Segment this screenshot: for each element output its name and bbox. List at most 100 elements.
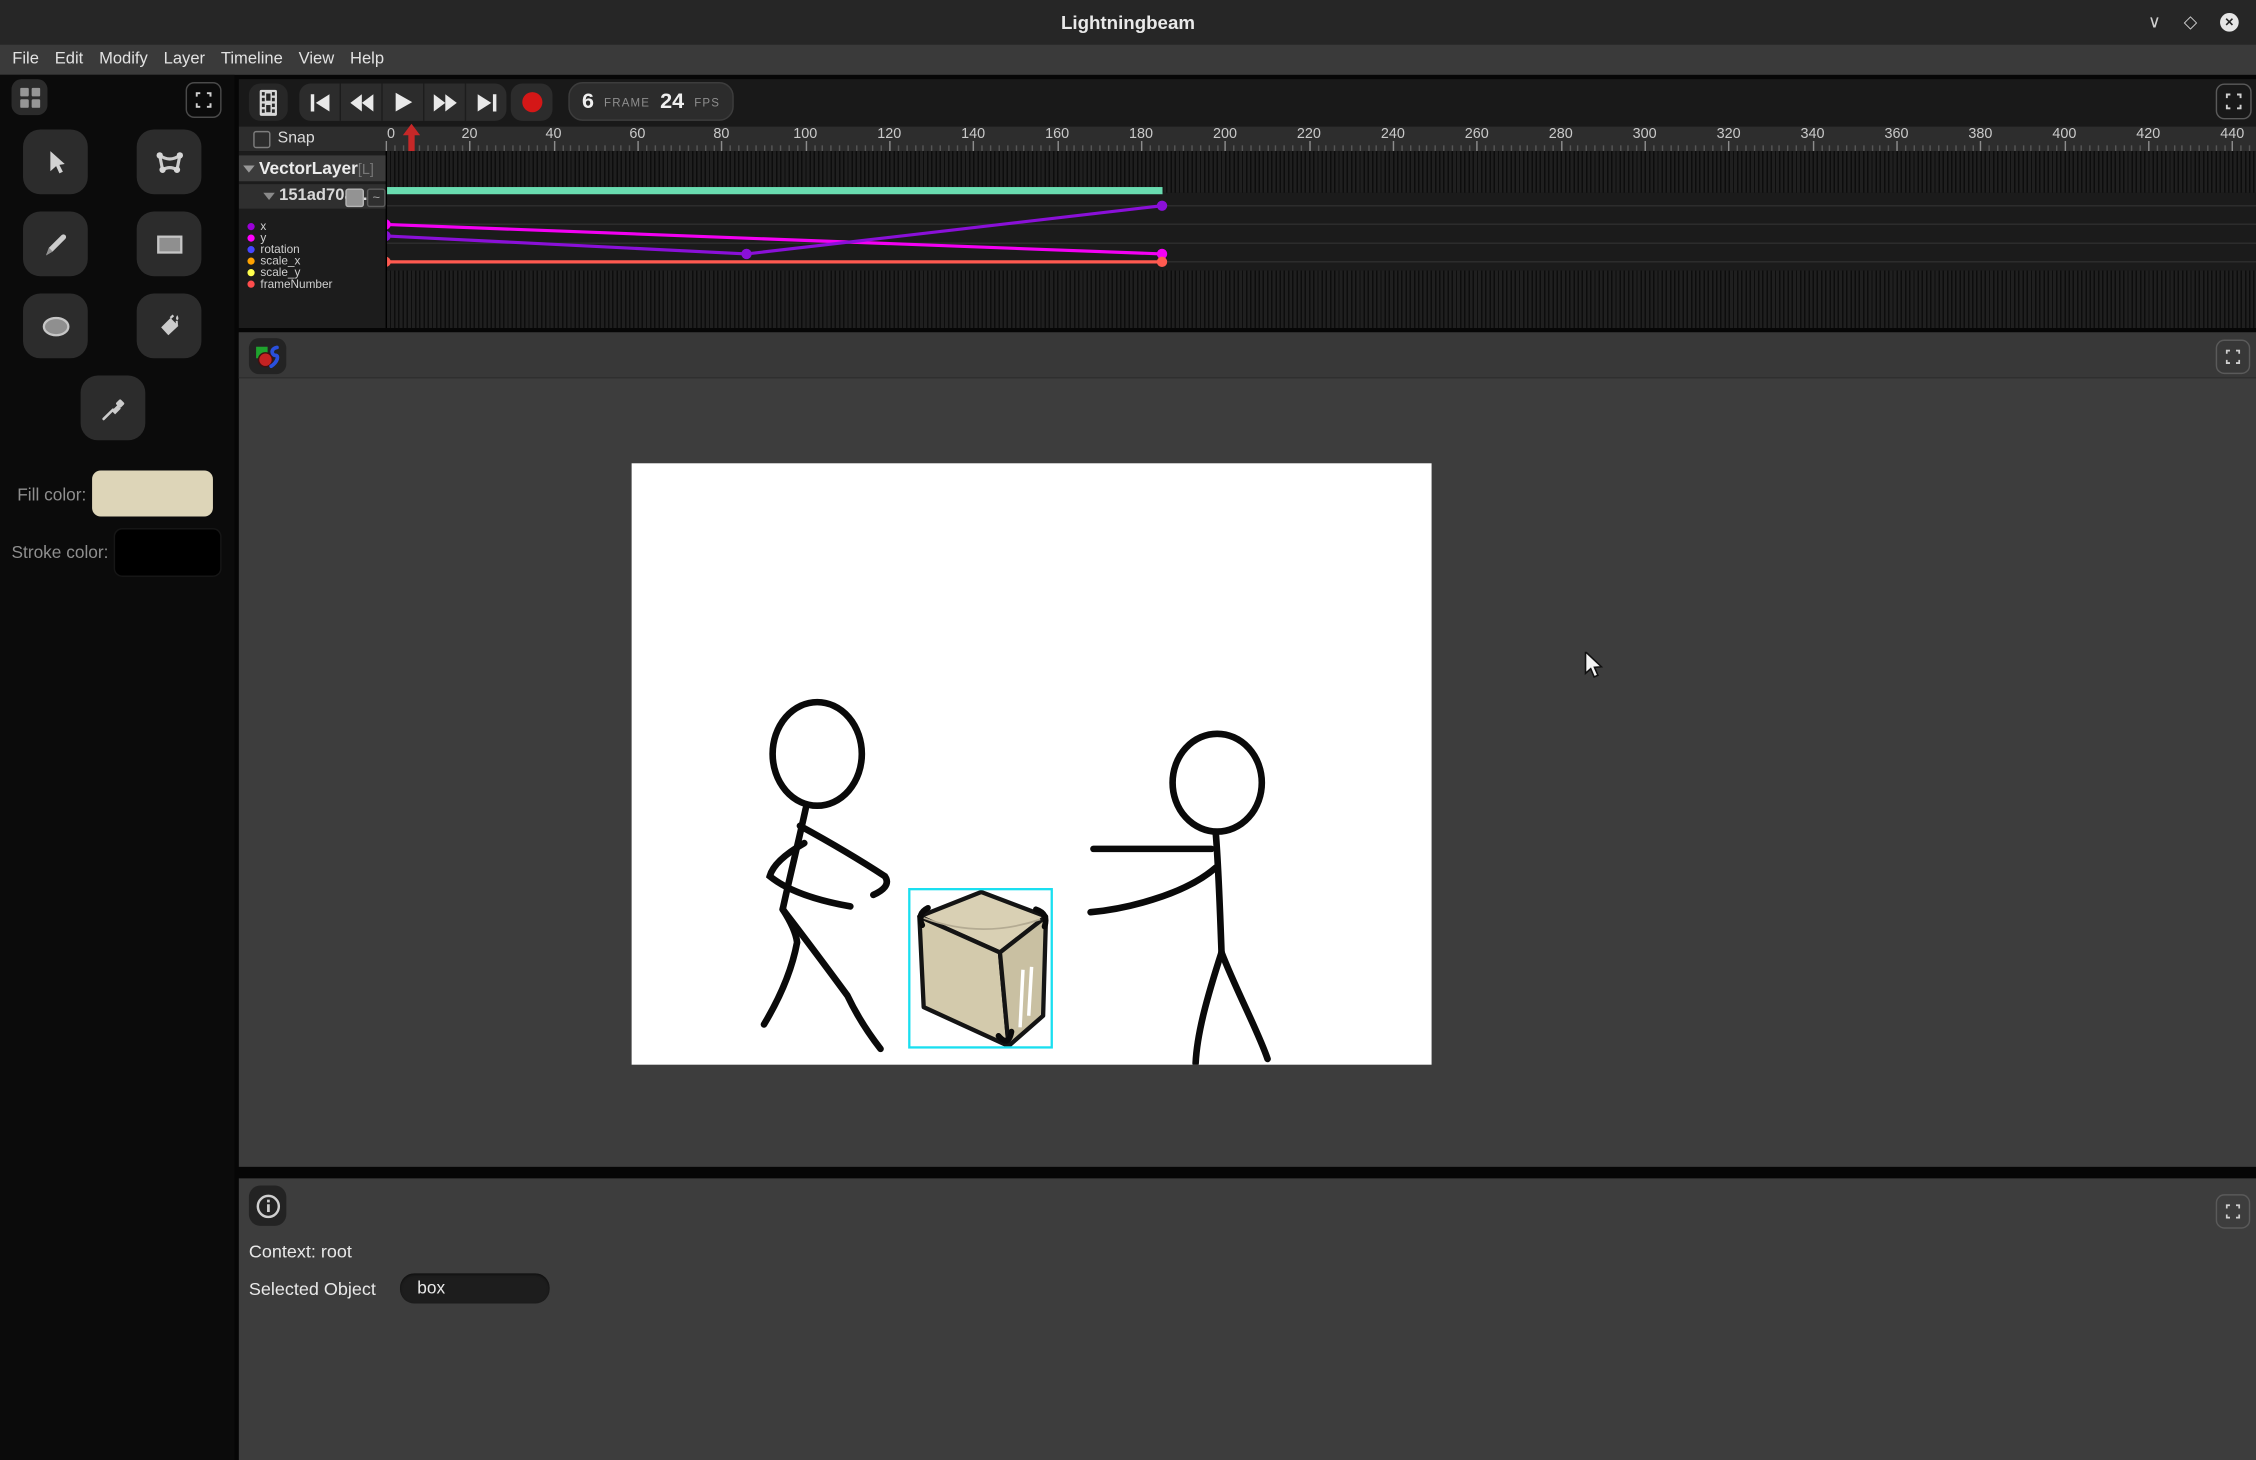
mouse-cursor — [1584, 652, 1604, 679]
keyframe-dot-x[interactable] — [1157, 201, 1167, 211]
fast-forward-icon — [432, 93, 456, 112]
stage-panel — [239, 332, 2256, 1166]
eyedropper-tool-button[interactable] — [81, 376, 146, 441]
ruler-label: 280 — [1539, 127, 1582, 143]
fps-label: FPS — [694, 94, 720, 110]
frame-counter: 6 FRAME 24 FPS — [568, 82, 733, 121]
ruler-label: 200 — [1203, 127, 1246, 143]
ruler-scale[interactable]: 0204060801001201401601802002202402602803… — [386, 127, 2256, 151]
selected-object-input[interactable]: box — [400, 1273, 550, 1303]
record-icon — [520, 91, 543, 114]
property-color-dot — [247, 234, 254, 241]
layer-row-vectorlayer[interactable]: VectorLayer[L] — [239, 155, 386, 181]
property-row-x[interactable]: x — [239, 220, 386, 232]
skip-to-end-button[interactable] — [465, 83, 507, 120]
shade-button[interactable]: ∨ — [2148, 13, 2161, 32]
app-window: Lightningbeam ∨◇✕ FileEditModifyLayerTim… — [0, 0, 2256, 1460]
ruler-label: 180 — [1119, 127, 1162, 143]
skip-to-start-button[interactable] — [299, 83, 339, 120]
record-button[interactable] — [511, 83, 553, 120]
inspector-expand-button[interactable] — [2216, 1194, 2251, 1229]
play-button[interactable] — [381, 83, 423, 120]
object-tween-toggle[interactable]: ~ — [367, 188, 386, 207]
ruler-tick — [1561, 141, 1562, 151]
frame-value[interactable]: 6 — [582, 89, 594, 113]
panel-grid-button[interactable] — [12, 79, 48, 115]
rectangle-tool-button[interactable] — [137, 211, 202, 276]
fill-color-label: Fill color: — [17, 485, 86, 505]
property-row-y[interactable]: y — [239, 232, 386, 244]
collapse-triangle-icon[interactable] — [243, 165, 255, 172]
fast-forward-button[interactable] — [423, 83, 465, 120]
playback-controls — [299, 83, 506, 120]
maximize-button[interactable]: ◇ — [2184, 13, 2197, 32]
menu-bar: FileEditModifyLayerTimelineViewHelp — [0, 45, 2256, 75]
layer-suffix: [L] — [358, 163, 374, 179]
shapes-icon — [255, 343, 281, 369]
rewind-button[interactable] — [340, 83, 382, 120]
property-row-scale_x[interactable]: scale_x — [239, 255, 386, 267]
ruler-label: 300 — [1623, 127, 1666, 143]
snap-checkbox[interactable] — [253, 131, 270, 148]
menu-layer[interactable]: Layer — [156, 45, 213, 75]
ruler-tick — [1141, 141, 1142, 151]
title-bar: Lightningbeam ∨◇✕ — [0, 0, 2256, 45]
stroke-color-swatch[interactable] — [114, 528, 222, 577]
play-icon — [394, 92, 413, 112]
ruler-tick — [553, 141, 554, 151]
menu-view[interactable]: View — [291, 45, 342, 75]
ruler-label: 440 — [2211, 127, 2254, 143]
fps-value[interactable]: 24 — [660, 89, 684, 113]
ruler-label: 260 — [1455, 127, 1498, 143]
pencil-tool-button[interactable] — [23, 211, 88, 276]
ruler-label: 160 — [1036, 127, 1079, 143]
playhead-arrow-icon — [402, 124, 419, 151]
stage-expand-button[interactable] — [2216, 340, 2251, 375]
object-row[interactable]: 151ad70a... ~ — [239, 184, 386, 208]
ellipse-tool-button[interactable] — [23, 294, 88, 359]
ruler-tick — [973, 141, 974, 151]
playhead[interactable] — [402, 124, 419, 151]
stage-header — [239, 332, 2256, 378]
box-object[interactable] — [909, 889, 1051, 1047]
inspector-panel-button[interactable] — [249, 1186, 286, 1226]
stage-canvas[interactable] — [632, 463, 1432, 1064]
timeline-panel-button[interactable] — [249, 83, 288, 120]
collapse-triangle-icon[interactable] — [263, 193, 275, 200]
keyframe-dot-frameNumber[interactable] — [1157, 257, 1167, 267]
stage-panel-button[interactable] — [249, 338, 286, 374]
ruler-label: 380 — [1959, 127, 2002, 143]
paint-bucket-tool-button[interactable] — [137, 294, 202, 359]
selected-object-value: box — [400, 1273, 550, 1303]
property-row-scale_y[interactable]: scale_y — [239, 267, 386, 279]
close-button[interactable]: ✕ — [2220, 13, 2239, 32]
menu-modify[interactable]: Modify — [91, 45, 156, 75]
fill-color-swatch[interactable] — [92, 470, 213, 516]
frame-label: FRAME — [604, 94, 650, 110]
ellipse-icon — [40, 314, 72, 337]
property-color-dot — [247, 222, 254, 229]
ruler-tick — [386, 141, 387, 151]
menu-edit[interactable]: Edit — [47, 45, 91, 75]
menu-timeline[interactable]: Timeline — [213, 45, 291, 75]
keyframe-dot-x[interactable] — [741, 249, 751, 259]
ruler-label: 360 — [1875, 127, 1918, 143]
menu-help[interactable]: Help — [342, 45, 392, 75]
ruler-tick — [1477, 141, 1478, 151]
menu-file[interactable]: File — [4, 45, 46, 75]
object-visibility-toggle[interactable] — [345, 188, 364, 207]
ruler-label: 20 — [448, 127, 491, 143]
stick-figure-left[interactable] — [764, 702, 887, 1049]
transform-tool-button[interactable] — [137, 129, 202, 194]
inspector-panel: Context: root Selected Object box — [239, 1178, 2256, 1460]
timeline-ruler[interactable]: Snap 02040608010012014016018020022024026… — [239, 127, 2256, 151]
select-tool-button[interactable] — [23, 129, 88, 194]
tools-expand-button[interactable] — [186, 82, 222, 118]
ruler-tick — [1729, 141, 1730, 151]
property-row-frameNumber[interactable]: frameNumber — [239, 278, 386, 290]
tool-panel: Fill color: Stroke color: — [0, 75, 235, 1460]
property-row-rotation[interactable]: rotation — [239, 243, 386, 255]
timeline-expand-button[interactable] — [2216, 83, 2252, 119]
stick-figure-right[interactable] — [1091, 734, 1268, 1063]
timeline-frames[interactable] — [386, 151, 2256, 328]
